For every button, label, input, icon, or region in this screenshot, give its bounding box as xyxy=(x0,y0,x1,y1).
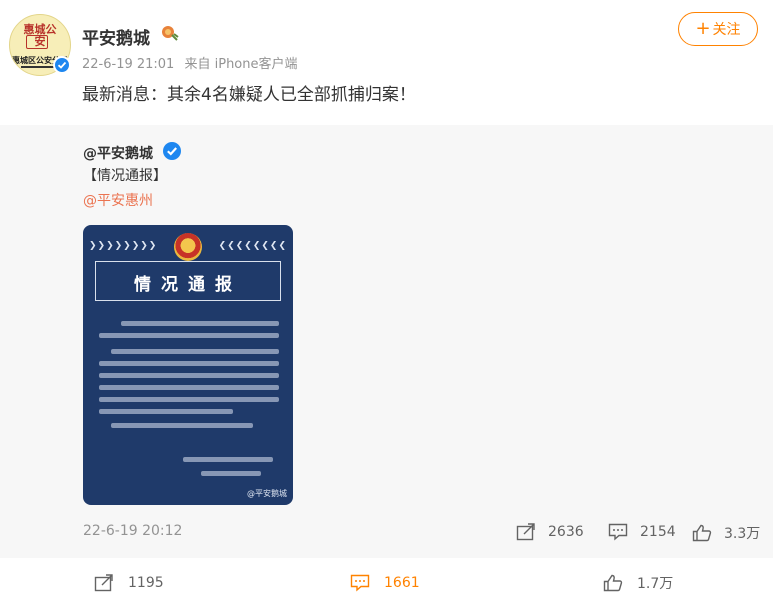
weibo-post: 惠城公安 惠城区公安分局 平安鹅城 22-6-19 21:01 来自 iPhon… xyxy=(0,0,773,603)
repost-share-count: 2636 xyxy=(548,524,584,540)
repost-like-button[interactable]: 3.3万 xyxy=(692,523,760,543)
repost-verified-icon xyxy=(163,142,181,160)
like-button[interactable]: 1.7万 xyxy=(603,568,673,598)
notice-image[interactable]: ❯❯❯❯❯❯❯❯ ❮❮❮❮❮❮❮❮ 情况通报 @平安鹅城 xyxy=(83,225,293,505)
post-time[interactable]: 22-6-19 21:01 xyxy=(82,57,174,72)
share-count: 1195 xyxy=(128,575,164,591)
notice-body-line xyxy=(99,373,279,378)
repost-mention-link[interactable]: @平安惠州 xyxy=(83,190,153,210)
avatar-seal-frame xyxy=(26,35,48,49)
comment-button[interactable]: 1661 xyxy=(350,568,420,598)
notice-watermark: @平安鹅城 xyxy=(247,489,287,498)
notice-body-line xyxy=(99,397,279,402)
follow-button[interactable]: + 关注 xyxy=(678,12,758,46)
stripe-decoration-left: ❯❯❯❯❯❯❯❯ xyxy=(89,241,158,251)
verified-icon xyxy=(53,56,71,74)
like-count: 1.7万 xyxy=(637,576,674,592)
notice-body-line xyxy=(99,361,279,366)
medal-icon xyxy=(162,26,179,41)
notice-title: 情况通报 xyxy=(134,275,242,295)
notice-body-line xyxy=(99,409,233,414)
post-source: 来自 iPhone客户端 xyxy=(184,57,298,72)
repost-share-button[interactable]: 2636 xyxy=(516,523,584,541)
repost-card: @平安鹅城 【情况通报】 @平安惠州 ❯❯❯❯❯❯❯❯ ❮❮❮❮❮❮❮❮ 情况通… xyxy=(0,125,773,558)
plus-icon: + xyxy=(695,18,711,39)
notice-signature-line xyxy=(183,457,273,462)
notice-body-line xyxy=(99,333,279,338)
post-meta: 22-6-19 21:01 来自 iPhone客户端 xyxy=(82,53,298,72)
like-icon xyxy=(603,574,623,592)
notice-body-line xyxy=(121,321,279,326)
post-author-name[interactable]: 平安鹅城 xyxy=(82,24,150,49)
notice-date-line xyxy=(201,471,261,476)
comment-icon xyxy=(608,523,628,541)
repost-like-count: 3.3万 xyxy=(724,526,761,542)
follow-label: 关注 xyxy=(712,22,741,38)
notice-body-line xyxy=(111,423,253,428)
notice-body-line xyxy=(111,349,279,354)
like-icon xyxy=(692,524,712,542)
share-icon xyxy=(516,523,535,541)
repost-comment-count: 2154 xyxy=(640,524,676,540)
share-button[interactable]: 1195 xyxy=(94,568,164,598)
notice-body-line xyxy=(99,385,279,390)
comment-icon xyxy=(350,574,370,592)
share-icon xyxy=(94,574,113,592)
repost-time[interactable]: 22-6-19 20:12 xyxy=(83,523,182,539)
stripe-decoration-right: ❮❮❮❮❮❮❮❮ xyxy=(218,241,287,251)
repost-footer: 22-6-19 20:12 2636 2154 3.3万 xyxy=(0,523,773,543)
repost-text: 【情况通报】 xyxy=(83,168,167,184)
police-emblem-icon xyxy=(174,233,202,261)
post-text: 最新消息：其余4名嫌疑人已全部抓捕归案！ xyxy=(82,85,416,105)
repost-author[interactable]: @平安鹅城 xyxy=(83,143,153,163)
action-bar: 1195 1661 1.7万 xyxy=(0,568,773,598)
repost-comment-button[interactable]: 2154 xyxy=(608,523,676,541)
comment-count: 1661 xyxy=(384,575,420,591)
